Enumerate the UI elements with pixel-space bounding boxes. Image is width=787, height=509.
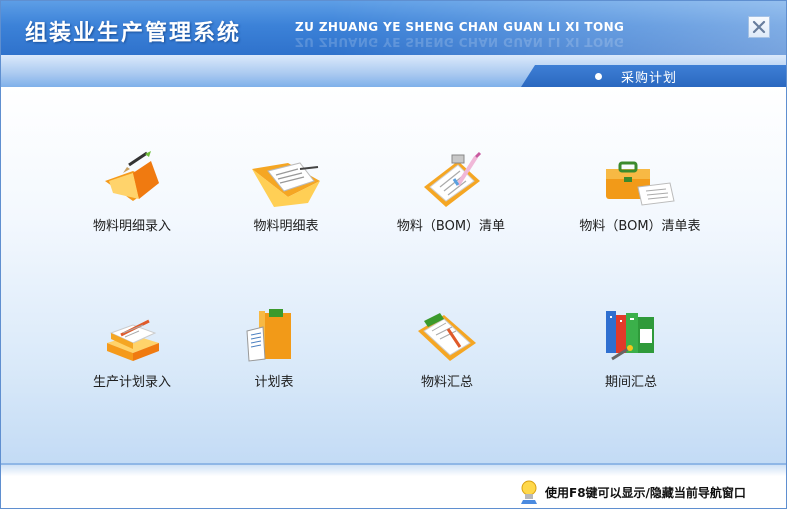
tile-material-detail-table[interactable]: 物料明细表 [206, 151, 366, 234]
bookshelf-icon [606, 311, 654, 361]
tile-label: 计划表 [254, 375, 294, 390]
app-window: 组装业生产管理系统 ZU ZHUANG YE SHENG CHAN GUAN L… [0, 0, 787, 509]
close-button[interactable] [748, 16, 770, 38]
folder-document-icon [252, 162, 320, 207]
breadcrumb-label: 采购计划 [621, 71, 678, 86]
folder-pen-icon [105, 151, 159, 201]
tile-material-summary[interactable]: 物料汇总 [367, 307, 527, 390]
tile-label: 物料明细表 [253, 219, 319, 234]
tile-production-plan-entry[interactable]: 生产计划录入 [52, 307, 212, 390]
f8-hint: 使用F8键可以显示/隐藏当前导航窗口 [517, 479, 746, 505]
books-pen-icon [107, 319, 159, 361]
tile-material-detail-entry[interactable]: 物料明细录入 [52, 151, 212, 234]
app-subtitle: ZU ZHUANG YE SHENG CHAN GUAN LI XI TONG [295, 20, 625, 34]
breadcrumb: 采购计划 [521, 65, 786, 87]
close-icon [752, 20, 766, 34]
tile-label: 期间汇总 [604, 375, 657, 390]
launcher-panel: 物料明细录入 物料明细表 物料（BOM）清单 物料（BOM）清单表 生产计划录入… [1, 87, 786, 463]
hint-text: 使用F8键可以显示/隐藏当前导航窗口 [545, 485, 746, 500]
bullet-icon [595, 73, 602, 80]
binder-icon [246, 309, 291, 362]
lightbulb-icon [521, 480, 537, 504]
nav-band: 采购计划 [1, 55, 786, 87]
tile-period-summary[interactable]: 期间汇总 [551, 307, 711, 390]
clipboard-icon [424, 151, 482, 207]
tile-material-bom-list[interactable]: 物料（BOM）清单 [371, 151, 531, 234]
clipboard-summary-icon [418, 313, 476, 361]
tile-label: 生产计划录入 [92, 375, 171, 390]
tile-label: 物料明细录入 [92, 219, 171, 234]
status-bar: 使用F8键可以显示/隐藏当前导航窗口 [1, 463, 786, 508]
tile-material-bom-table[interactable]: 物料（BOM）清单表 [560, 151, 720, 234]
app-subtitle-reflection: ZU ZHUANG YE SHENG CHAN GUAN LI XI TONG [295, 35, 625, 49]
tile-label: 物料（BOM）清单表 [579, 219, 701, 234]
title-bar: 组装业生产管理系统 ZU ZHUANG YE SHENG CHAN GUAN L… [1, 1, 786, 55]
app-title: 组装业生产管理系统 [25, 21, 242, 46]
tile-label: 物料汇总 [420, 375, 473, 390]
tile-plan-table[interactable]: 计划表 [194, 307, 354, 390]
briefcase-icon [606, 161, 675, 206]
tile-label: 物料（BOM）清单 [396, 219, 506, 234]
